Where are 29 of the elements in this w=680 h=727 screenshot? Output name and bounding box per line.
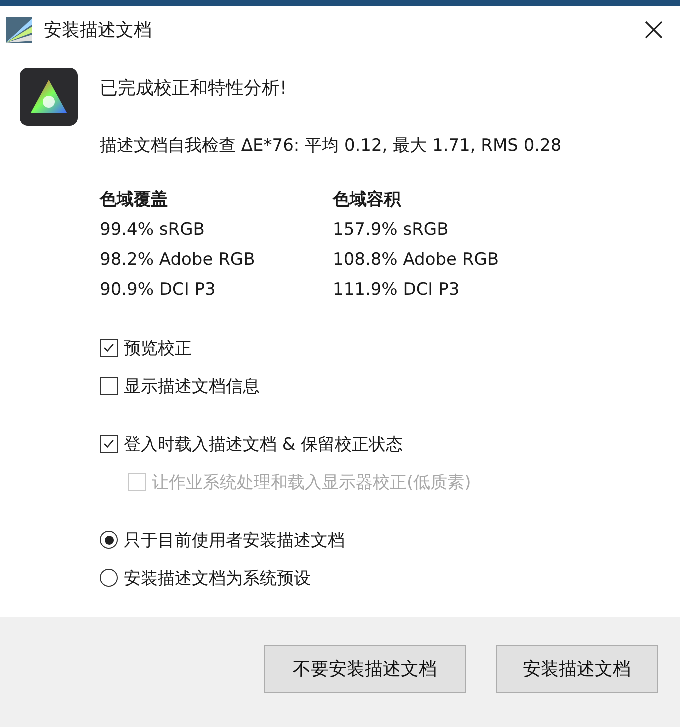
gamut-value: 98.2% Adobe RGB xyxy=(100,249,256,272)
option-label: 安装描述文档为系统预设 xyxy=(124,568,311,590)
close-icon[interactable] xyxy=(644,20,664,40)
checkbox[interactable] xyxy=(100,435,118,453)
checkbox[interactable] xyxy=(100,377,118,395)
prism-logo-icon xyxy=(20,68,78,126)
app-icon xyxy=(6,17,32,43)
check-icon xyxy=(102,341,116,355)
self-check-result: 描述文档自我检查 ΔE*76: 平均 0.12, 最大 1.71, RMS 0.28 xyxy=(100,135,563,157)
column-heading: 色域容积 xyxy=(333,189,402,212)
option-label: 让作业系统处理和载入显示器校正(低质素) xyxy=(152,472,472,494)
gamut-value: 108.8% Adobe RGB xyxy=(333,249,500,272)
gamut-value: 99.4% sRGB xyxy=(100,219,206,242)
checkbox[interactable] xyxy=(100,339,118,357)
gamut-value: 90.9% DCI P3 xyxy=(100,279,217,302)
check-icon xyxy=(102,437,116,451)
option-label: 预览校正 xyxy=(124,338,192,360)
column-heading: 色域覆盖 xyxy=(100,189,169,212)
option-label: 只于目前使用者安装描述文档 xyxy=(124,530,345,552)
dialog-button[interactable]: 不要安装描述文档 xyxy=(264,645,466,693)
completion-message: 已完成校正和特性分析! xyxy=(100,77,288,100)
radio-button[interactable] xyxy=(100,569,118,587)
option-label: 登入时载入描述文档 & 保留校正状态 xyxy=(124,434,404,456)
option-label: 显示描述文档信息 xyxy=(124,376,260,398)
radio-button[interactable] xyxy=(100,531,118,549)
window-title: 安装描述文档 xyxy=(44,19,153,42)
gamut-value: 157.9% sRGB xyxy=(333,219,450,242)
gamut-value: 111.9% DCI P3 xyxy=(333,279,461,302)
dialog-button[interactable]: 安装描述文档 xyxy=(496,645,658,693)
